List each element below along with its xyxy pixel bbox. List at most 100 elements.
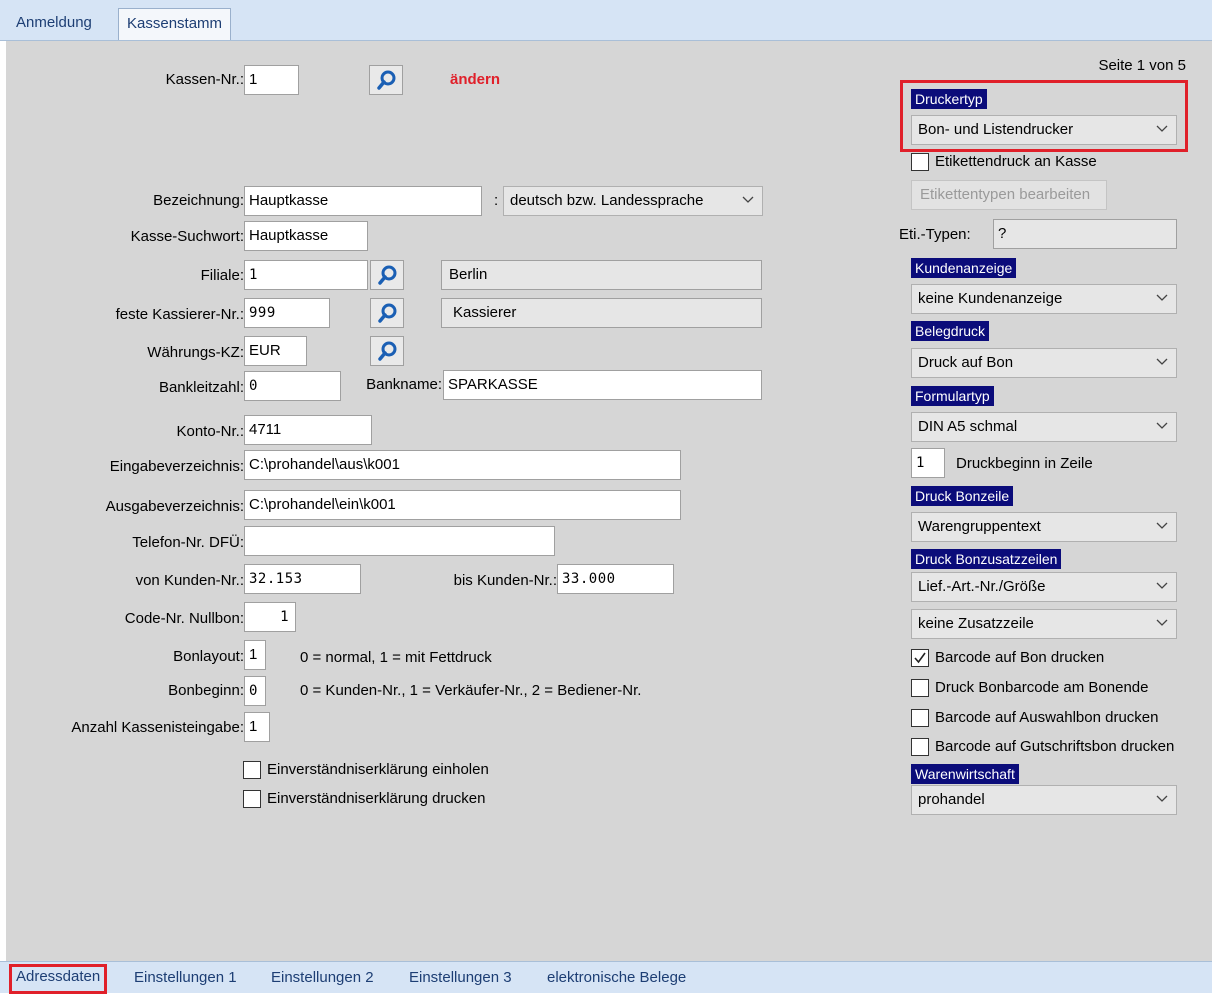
warenwirtschaft-select[interactable]: prohandel bbox=[911, 785, 1177, 815]
druckertyp-header: Druckertyp bbox=[911, 89, 987, 109]
tab-elektronische-belege[interactable]: elektronische Belege bbox=[547, 966, 686, 992]
bonzeile-select[interactable]: Warengruppentext bbox=[911, 512, 1177, 542]
formulartyp-select[interactable]: DIN A5 schmal bbox=[911, 412, 1177, 442]
eti-typen-label: Eti.-Typen: bbox=[899, 226, 971, 243]
tab-adressdaten[interactable]: Adressdaten bbox=[9, 964, 108, 994]
waehrung-search-button[interactable] bbox=[370, 336, 404, 366]
ausgabe-label: Ausgabeverzeichnis: bbox=[105, 498, 244, 515]
formulartyp-header: Formulartyp bbox=[911, 386, 994, 406]
bonlayout-label: Bonlayout: bbox=[173, 648, 244, 665]
kassen-nr-label: Kassen-Nr.: bbox=[165, 71, 244, 88]
chevron-down-icon bbox=[1156, 522, 1168, 529]
druckertyp-select[interactable]: Bon- und Listendrucker bbox=[911, 115, 1177, 145]
tab-anmeldung[interactable]: Anmeldung bbox=[8, 8, 100, 40]
tab-kassenstamm[interactable]: Kassenstamm bbox=[118, 8, 232, 40]
kassierer-search-button[interactable] bbox=[370, 298, 404, 328]
etikettendruck-label: Etikettendruck an Kasse bbox=[935, 153, 1097, 170]
bankleitzahl-input[interactable]: 0 bbox=[244, 371, 341, 401]
checkmark-icon bbox=[914, 652, 926, 664]
chevron-down-icon bbox=[1156, 358, 1168, 365]
bonzeile-header: Druck Bonzeile bbox=[911, 486, 1014, 506]
waehrung-input[interactable]: EUR bbox=[244, 336, 307, 366]
bonlayout-input[interactable]: 1 bbox=[244, 640, 266, 670]
bezeichnung-label: Bezeichnung: bbox=[153, 192, 244, 209]
bankleitzahl-label: Bankleitzahl: bbox=[158, 379, 244, 396]
bankname-input[interactable]: SPARKASSE bbox=[443, 370, 762, 400]
bonzusatz-value-1: Lief.-Art.-Nr./Größe bbox=[918, 578, 1046, 595]
druckbeginn-input[interactable]: 1 bbox=[911, 448, 945, 478]
chevron-down-icon bbox=[1156, 422, 1168, 429]
bonzusatz-value-2: keine Zusatzzeile bbox=[918, 615, 1034, 632]
formulartyp-value: DIN A5 schmal bbox=[918, 418, 1018, 435]
tab-einstellungen-3[interactable]: Einstellungen 3 bbox=[409, 966, 512, 992]
tab-einstellungen-2[interactable]: Einstellungen 2 bbox=[271, 966, 374, 992]
von-kunden-label: von Kunden-Nr.: bbox=[135, 572, 244, 589]
anzahl-label: Anzahl Kassenisteingabe: bbox=[71, 719, 244, 736]
search-icon bbox=[377, 70, 396, 90]
telefon-label: Telefon-Nr. DFÜ: bbox=[132, 534, 244, 551]
bonzusatz-select-2[interactable]: keine Zusatzzeile bbox=[911, 609, 1177, 639]
bezeichnung-input[interactable]: Hauptkasse bbox=[244, 186, 482, 216]
filiale-name-field: Berlin bbox=[441, 260, 762, 290]
suchwort-input[interactable]: Hauptkasse bbox=[244, 221, 368, 251]
belegdruck-select[interactable]: Druck auf Bon bbox=[911, 348, 1177, 378]
einverst-drucken-checkbox[interactable] bbox=[243, 790, 261, 808]
top-tab-bar: Anmeldung Kassenstamm bbox=[0, 0, 1212, 41]
barcode-bon-checkbox[interactable] bbox=[911, 649, 929, 667]
ausgabe-input[interactable]: C:\prohandel\ein\k001 bbox=[244, 490, 681, 520]
filiale-label: Filiale: bbox=[200, 267, 244, 284]
kundenanzeige-header: Kundenanzeige bbox=[911, 258, 1017, 278]
bonzusatz-select-1[interactable]: Lief.-Art.-Nr./Größe bbox=[911, 572, 1177, 602]
konto-label: Konto-Nr.: bbox=[176, 423, 244, 440]
code-nullbon-input[interactable]: 1 bbox=[244, 602, 296, 632]
telefon-input[interactable] bbox=[244, 526, 555, 556]
chevron-down-icon bbox=[1156, 619, 1168, 626]
kundenanzeige-select[interactable]: keine Kundenanzeige bbox=[911, 284, 1177, 314]
suchwort-label: Kasse-Suchwort: bbox=[130, 228, 244, 245]
chevron-down-icon bbox=[742, 196, 754, 203]
tab-einstellungen-1[interactable]: Einstellungen 1 bbox=[134, 966, 237, 992]
bonbarcode-ende-label: Druck Bonbarcode am Bonende bbox=[935, 679, 1149, 696]
bottom-tab-bar: Adressdaten Einstellungen 1 Einstellunge… bbox=[0, 961, 1212, 994]
etikettentypen-button[interactable]: Etikettentypen bearbeiten bbox=[911, 180, 1107, 210]
bonbeginn-hint: 0 = Kunden-Nr., 1 = Verkäufer-Nr., 2 = B… bbox=[300, 682, 642, 699]
eingabe-input[interactable]: C:\prohandel\aus\k001 bbox=[244, 450, 681, 480]
warenwirtschaft-value: prohandel bbox=[918, 791, 985, 808]
von-kunden-input[interactable]: 32.153 bbox=[244, 564, 361, 594]
barcode-auswahl-checkbox[interactable] bbox=[911, 709, 929, 727]
filiale-search-button[interactable] bbox=[370, 260, 404, 290]
kassen-nr-input[interactable]: 1 bbox=[244, 65, 299, 95]
bis-kunden-label: bis Kunden-Nr.: bbox=[453, 572, 557, 589]
kassen-search-button[interactable] bbox=[369, 65, 403, 95]
einverst-drucken-label: Einverständniserklärung drucken bbox=[267, 790, 486, 807]
code-nullbon-label: Code-Nr. Nullbon: bbox=[124, 610, 244, 627]
kassierer-input[interactable]: 999 bbox=[244, 298, 330, 328]
sprache-separator: : bbox=[494, 192, 499, 209]
eingabe-label: Eingabeverzeichnis: bbox=[109, 458, 244, 475]
chevron-down-icon bbox=[1156, 125, 1168, 132]
etikettendruck-checkbox[interactable] bbox=[911, 153, 929, 171]
aendern-label[interactable]: ändern bbox=[450, 71, 500, 88]
konto-input[interactable]: 4711 bbox=[244, 415, 372, 445]
sprache-select-value: deutsch bzw. Landessprache bbox=[510, 192, 704, 209]
search-icon bbox=[378, 341, 397, 361]
sprache-select[interactable]: deutsch bzw. Landessprache bbox=[503, 186, 763, 216]
warenwirtschaft-header: Warenwirtschaft bbox=[911, 764, 1019, 784]
barcode-gutschrift-label: Barcode auf Gutschriftsbon drucken bbox=[935, 738, 1175, 755]
bonzusatz-header: Druck Bonzusatzzeilen bbox=[911, 549, 1062, 569]
einverst-einholen-checkbox[interactable] bbox=[243, 761, 261, 779]
bonbarcode-ende-checkbox[interactable] bbox=[911, 679, 929, 697]
belegdruck-header: Belegdruck bbox=[911, 321, 990, 341]
chevron-down-icon bbox=[1156, 294, 1168, 301]
bis-kunden-input[interactable]: 33.000 bbox=[557, 564, 674, 594]
anzahl-input[interactable]: 1 bbox=[244, 712, 270, 742]
kundenanzeige-value: keine Kundenanzeige bbox=[918, 290, 1063, 307]
bonbeginn-input[interactable]: 0 bbox=[244, 676, 266, 706]
chevron-down-icon bbox=[1156, 582, 1168, 589]
barcode-auswahl-label: Barcode auf Auswahlbon drucken bbox=[935, 709, 1159, 726]
druckbeginn-label: Druckbeginn in Zeile bbox=[956, 455, 1093, 472]
filiale-input[interactable]: 1 bbox=[244, 260, 368, 290]
bonlayout-hint: 0 = normal, 1 = mit Fettdruck bbox=[300, 649, 492, 666]
chevron-down-icon bbox=[1156, 795, 1168, 802]
barcode-gutschrift-checkbox[interactable] bbox=[911, 738, 929, 756]
